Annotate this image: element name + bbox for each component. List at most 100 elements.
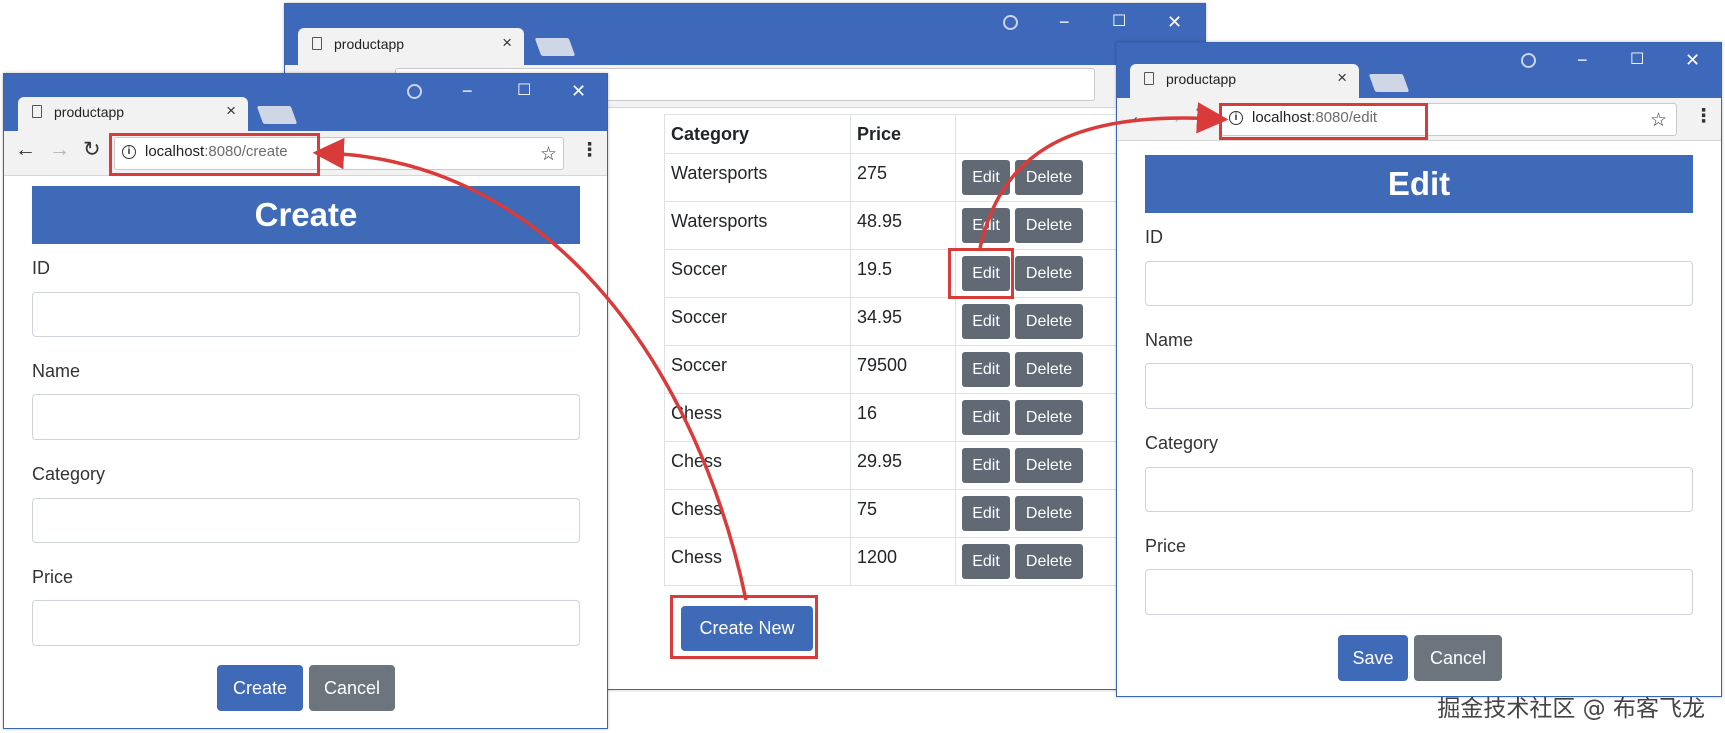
category-input[interactable] <box>1145 467 1693 512</box>
menu-icon[interactable]: ⋮ <box>580 139 599 162</box>
edit-button[interactable]: Edit <box>962 496 1010 531</box>
url-text: localhost:8080/edit <box>1252 109 1377 126</box>
table-row: Soccer 34.95 Edit Delete <box>664 297 1127 346</box>
edit-button[interactable]: Edit <box>962 448 1010 483</box>
close-tab-icon[interactable]: × <box>502 33 512 53</box>
delete-button[interactable]: Delete <box>1015 496 1084 531</box>
minimize-icon[interactable]: − <box>1577 51 1588 69</box>
close-window-icon[interactable]: ✕ <box>1685 51 1700 69</box>
page-icon <box>32 105 42 118</box>
edit-button[interactable]: Edit <box>962 208 1010 243</box>
profile-icon[interactable] <box>407 84 422 99</box>
page-icon <box>312 37 322 50</box>
close-tab-icon[interactable]: × <box>226 101 236 121</box>
maximize-icon[interactable]: ☐ <box>1112 13 1126 31</box>
create-new-button[interactable]: Create New <box>681 606 813 651</box>
id-label: ID <box>1145 227 1163 247</box>
price-input[interactable] <box>32 600 580 646</box>
category-cell: Chess <box>664 441 851 490</box>
id-input[interactable] <box>32 292 580 337</box>
price-cell: 275 <box>850 153 956 202</box>
minimize-icon[interactable]: − <box>462 82 473 100</box>
info-icon[interactable]: i <box>1229 111 1243 125</box>
name-input[interactable] <box>32 394 580 440</box>
price-label: Price <box>1145 536 1187 556</box>
close-window-icon[interactable]: ✕ <box>571 82 586 100</box>
back-icon[interactable]: ← <box>1129 105 1150 129</box>
table-row: Soccer 19.5 Edit Delete <box>664 249 1127 298</box>
delete-button[interactable]: Delete <box>1015 352 1084 387</box>
browser-toolbar: ← → ↻ i localhost:8080/edit ☆ ⋮ <box>1117 98 1721 141</box>
browser-tab[interactable]: productapp × <box>1130 64 1359 98</box>
reload-icon[interactable]: ↻ <box>1195 104 1213 129</box>
address-bar[interactable]: i localhost:8080/edit ☆ <box>1221 103 1677 136</box>
edit-button[interactable]: Edit <box>962 256 1010 291</box>
actions-cell: Edit Delete <box>955 249 1127 298</box>
actions-cell: Edit Delete <box>955 345 1127 394</box>
menu-icon[interactable]: ⋮ <box>1694 105 1713 128</box>
category-label: Category <box>1145 433 1219 453</box>
edit-button[interactable]: Edit <box>962 400 1010 435</box>
maximize-icon[interactable]: ☐ <box>1630 51 1644 69</box>
id-label: ID <box>32 258 50 278</box>
profile-icon[interactable] <box>1003 15 1018 30</box>
delete-button[interactable]: Delete <box>1015 400 1084 435</box>
url-path: :8080/create <box>204 143 288 160</box>
name-input[interactable] <box>1145 363 1693 409</box>
edit-button[interactable]: Edit <box>962 304 1010 339</box>
close-window-icon[interactable]: ✕ <box>1167 13 1182 31</box>
category-label: Category <box>32 464 106 484</box>
reload-icon[interactable]: ↻ <box>83 137 101 162</box>
delete-button[interactable]: Delete <box>1015 208 1084 243</box>
info-icon[interactable]: i <box>122 145 136 159</box>
forward-icon[interactable]: → <box>1162 105 1183 129</box>
edit-window: productapp × − ☐ ✕ ← → ↻ i localhost:808… <box>1116 42 1722 697</box>
bookmark-star-icon[interactable]: ☆ <box>540 143 557 166</box>
delete-button[interactable]: Delete <box>1015 256 1084 291</box>
actions-cell: Edit Delete <box>955 441 1127 490</box>
price-cell: 48.95 <box>850 201 956 250</box>
id-input[interactable] <box>1145 261 1693 306</box>
forward-icon[interactable]: → <box>49 138 70 162</box>
table-row: Chess 1200 Edit Delete <box>664 537 1127 586</box>
price-cell: 75 <box>850 489 956 538</box>
delete-button[interactable]: Delete <box>1015 448 1084 483</box>
cancel-button[interactable]: Cancel <box>309 665 395 711</box>
category-cell: Soccer <box>664 345 851 394</box>
page-header: Create <box>32 186 580 244</box>
create-button[interactable]: Create <box>217 665 303 711</box>
browser-tab[interactable]: productapp × <box>18 97 248 131</box>
category-cell: Chess <box>664 489 851 538</box>
minimize-icon[interactable]: − <box>1059 13 1070 31</box>
delete-button[interactable]: Delete <box>1015 304 1084 339</box>
edit-button[interactable]: Edit <box>962 160 1010 195</box>
new-tab-button[interactable] <box>534 38 576 56</box>
delete-button[interactable]: Delete <box>1015 544 1084 579</box>
profile-icon[interactable] <box>1521 53 1536 68</box>
price-label: Price <box>32 567 74 587</box>
url-path: :8080/edit <box>1311 109 1378 126</box>
back-icon[interactable]: ← <box>15 138 36 162</box>
save-button[interactable]: Save <box>1338 635 1408 681</box>
category-header: Category <box>664 114 851 154</box>
table-row: Soccer 79500 Edit Delete <box>664 345 1127 394</box>
price-input[interactable] <box>1145 569 1693 615</box>
create-window: productapp × − ☐ ✕ ← → ↻ i localhost:808… <box>3 73 608 729</box>
category-cell: Soccer <box>664 249 851 298</box>
close-tab-icon[interactable]: × <box>1337 68 1347 88</box>
bookmark-star-icon[interactable]: ☆ <box>1650 109 1667 132</box>
browser-tab[interactable]: productapp × <box>298 28 524 65</box>
delete-button[interactable]: Delete <box>1015 160 1084 195</box>
edit-button[interactable]: Edit <box>962 544 1010 579</box>
edit-button[interactable]: Edit <box>962 352 1010 387</box>
price-cell: 79500 <box>850 345 956 394</box>
address-bar[interactable]: i localhost:8080/create ☆ <box>114 137 564 170</box>
name-label: Name <box>32 361 81 381</box>
url-host: localhost <box>145 143 205 160</box>
cancel-button[interactable]: Cancel <box>1414 635 1502 681</box>
category-input[interactable] <box>32 498 580 543</box>
new-tab-button[interactable] <box>1368 74 1410 92</box>
maximize-icon[interactable]: ☐ <box>517 82 531 100</box>
price-cell: 29.95 <box>850 441 956 490</box>
new-tab-button[interactable] <box>256 106 298 124</box>
